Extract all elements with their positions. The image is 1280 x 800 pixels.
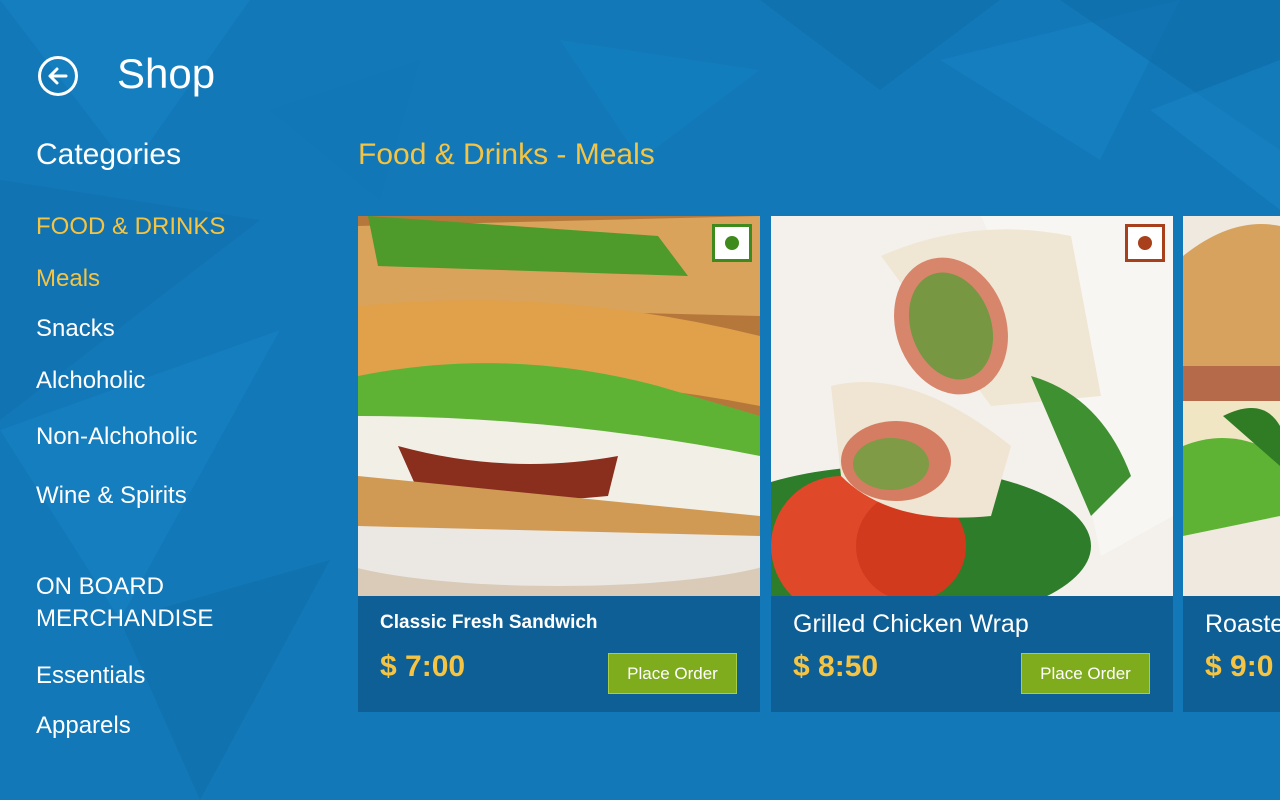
subcategory-alcoholic[interactable]: Alchoholic: [36, 367, 145, 395]
product-price: $ 9:0: [1205, 650, 1274, 683]
non-veg-dot-icon: [1138, 236, 1152, 250]
back-arrow-icon: [48, 67, 68, 85]
product-card-wrap[interactable]: Grilled Chicken Wrap $ 8:50 Place Order: [771, 216, 1173, 712]
product-price: $ 8:50: [793, 650, 879, 683]
subcategory-meals[interactable]: Meals: [36, 265, 100, 293]
back-button[interactable]: [38, 56, 78, 96]
product-card-sandwich[interactable]: Classic Fresh Sandwich $ 7:00 Place Orde…: [358, 216, 760, 712]
place-order-button[interactable]: Place Order: [608, 653, 737, 694]
subcategory-snacks[interactable]: Snacks: [36, 315, 115, 343]
wrap-image: [771, 216, 1173, 596]
veg-dot-icon: [725, 236, 739, 250]
product-name: Roaste: [1205, 610, 1280, 638]
category-on-board-merchandise[interactable]: ON BOARD MERCHANDISE: [36, 571, 213, 635]
subcategory-essentials[interactable]: Essentials: [36, 662, 145, 690]
product-name: Classic Fresh Sandwich: [380, 612, 598, 633]
subcategory-apparels[interactable]: Apparels: [36, 712, 131, 740]
sandwich-image: [358, 216, 760, 596]
product-card-roast[interactable]: Roaste $ 9:0: [1183, 216, 1280, 712]
product-price: $ 7:00: [380, 650, 466, 683]
page-title: Shop: [117, 50, 216, 97]
roast-sandwich-image: [1183, 216, 1280, 596]
section-title: Food & Drinks - Meals: [358, 138, 655, 171]
place-order-button[interactable]: Place Order: [1021, 653, 1150, 694]
subcategory-non-alcoholic[interactable]: Non-Alchoholic: [36, 423, 197, 451]
veg-badge: [712, 224, 752, 262]
category-food-and-drinks[interactable]: FOOD & DRINKS: [36, 213, 225, 241]
product-name: Grilled Chicken Wrap: [793, 610, 1029, 638]
subcategory-wine-spirits[interactable]: Wine & Spirits: [36, 482, 187, 510]
categories-heading: Categories: [36, 138, 182, 171]
non-veg-badge: [1125, 224, 1165, 262]
